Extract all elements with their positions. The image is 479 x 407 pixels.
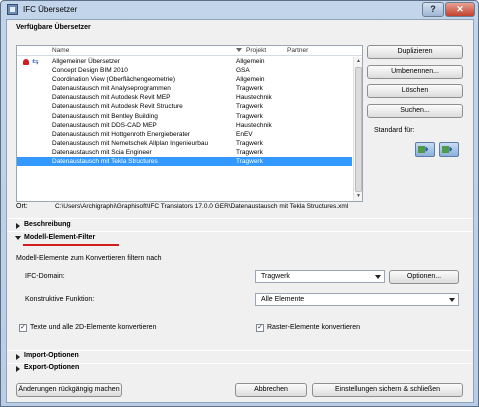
chevron-down-icon	[375, 275, 381, 279]
translator-project: Allgemein	[236, 76, 265, 84]
translator-project: GSA	[236, 67, 250, 75]
sort-down-icon	[236, 48, 242, 52]
chevron-down-icon	[449, 298, 455, 302]
list-item[interactable]: Concept Design BIM 2010 GSA	[17, 66, 352, 75]
list-item[interactable]: Datenaustausch mit Nemetschek Allplan In…	[17, 139, 352, 148]
close-button[interactable]: ✕	[445, 2, 475, 17]
translator-name: Datenaustausch mit Tekla Structures	[52, 158, 158, 166]
scroll-up-icon[interactable]: ▲	[355, 58, 362, 65]
duplicate-button[interactable]: Duplizieren	[367, 45, 463, 59]
texte-checkbox[interactable]: ✓	[19, 324, 27, 332]
list-rows: ⇆ Allgemeiner Übersetzer Allgemein Concept …	[17, 57, 352, 167]
title-bar[interactable]: IFC Übersetzer ? ✕	[1, 1, 478, 19]
translator-name: Allgemeiner Übersetzer	[52, 58, 120, 65]
dialog-window: IFC Übersetzer ? ✕ Verfügbare Übersetzer…	[0, 0, 479, 407]
translator-project: Tragwerk	[236, 112, 263, 120]
window-title: IFC Übersetzer	[23, 5, 78, 14]
options-button[interactable]: Optionen...	[389, 270, 459, 284]
translator-project: Tragwerk	[236, 103, 263, 111]
undo-changes-button[interactable]: Änderungen rückgängig machen	[16, 383, 122, 397]
column-name[interactable]: Name	[52, 47, 69, 54]
raster-checkbox-label[interactable]: Raster-Elemente konvertieren	[267, 324, 360, 331]
export-default-icon[interactable]: ➜	[439, 142, 459, 157]
filter-intro: Modell-Elemente zum Konvertieren filtern…	[16, 255, 162, 262]
list-item[interactable]: Datenaustausch mit Scia Engineer Tragwerk	[17, 148, 352, 157]
highlight-underline	[23, 244, 119, 246]
list-item[interactable]: Datenaustausch mit Hottgenroth Energiebe…	[17, 130, 352, 139]
app-icon	[7, 4, 18, 15]
translator-name: Datenaustausch mit Scia Engineer	[52, 148, 152, 156]
expand-import-icon[interactable]	[16, 354, 20, 360]
section-export-optionen[interactable]: Export-Optionen	[24, 364, 79, 371]
rename-button[interactable]: Umbenennen...	[367, 65, 463, 79]
translator-project: Tragwerk	[236, 139, 263, 147]
available-translators-heading: Verfügbare Übersetzer	[16, 24, 91, 31]
section-import-optionen[interactable]: Import-Optionen	[24, 352, 79, 359]
translator-name: Datenaustausch mit Autodesk Revit MEP	[52, 94, 171, 102]
section-beschreibung[interactable]: Beschreibung	[24, 221, 71, 228]
texte-checkbox-label[interactable]: Texte und alle 2D-Elemente konvertieren	[30, 324, 156, 331]
translator-project: Tragwerk	[236, 85, 263, 93]
expand-export-icon[interactable]	[16, 366, 20, 372]
konstruktive-funktion-label: Konstruktive Funktion:	[25, 296, 95, 303]
list-item[interactable]: Datenaustausch mit Bentley Building Tragw…	[17, 112, 352, 121]
translator-name: Datenaustausch mit Nemetschek Allplan In…	[52, 139, 209, 147]
translator-name: Datenaustausch mit Bentley Building	[52, 112, 158, 120]
translator-name: Coordination View (Oberflächengeometrie)	[52, 76, 176, 84]
import-export-icon: ⇆	[32, 57, 39, 66]
column-partner[interactable]: Partner	[287, 47, 308, 54]
konstruktive-funktion-value: Alle Elemente	[261, 296, 305, 303]
translator-name: Concept Design BIM 2010	[52, 67, 128, 75]
divider	[7, 350, 473, 351]
list-item[interactable]: Datenaustausch mit Tekla Structures Tragw…	[17, 157, 352, 167]
translator-project: Tragwerk	[236, 158, 263, 166]
expand-beschreibung-icon[interactable]	[16, 223, 20, 229]
ifc-domain-value: Tragwerk	[261, 273, 290, 280]
lock-icon	[23, 59, 29, 65]
list-item[interactable]: Datenaustausch mit Autodesk Revit MEP Hau…	[17, 93, 352, 102]
section-modell-element-filter[interactable]: Modell-Element-Filter	[24, 234, 95, 241]
cancel-button[interactable]: Abbrechen	[235, 383, 307, 397]
list-item[interactable]: Datenaustausch mit Analyseprogrammen Trag…	[17, 84, 352, 93]
save-and-close-button[interactable]: Einstellungen sichern & schließen	[312, 383, 463, 397]
scroll-thumb[interactable]	[355, 67, 362, 192]
translator-list[interactable]: Name Projekt Partner ⇆ Allgemeiner Überse…	[16, 45, 363, 202]
divider	[7, 218, 473, 219]
ifc-domain-dropdown[interactable]: Tragwerk	[255, 270, 385, 283]
help-button[interactable]: ?	[422, 2, 444, 17]
scroll-down-icon[interactable]: ▼	[355, 193, 362, 200]
list-item[interactable]: Datenaustausch mit DDS-CAD MEP Haustechni…	[17, 121, 352, 130]
column-project[interactable]: Projekt	[246, 47, 266, 54]
translator-project: Tragwerk	[236, 148, 263, 156]
ifc-domain-label: IFC-Domain:	[25, 273, 65, 280]
import-default-icon[interactable]: ➜	[415, 142, 435, 157]
collapse-filter-icon[interactable]	[15, 236, 21, 240]
translator-project: Allgemein	[236, 58, 265, 65]
raster-checkbox[interactable]: ✓	[256, 324, 264, 332]
search-button[interactable]: Suchen...	[367, 104, 463, 118]
delete-button[interactable]: Löschen	[367, 84, 463, 98]
translator-project: Haustechnik	[236, 121, 272, 129]
translator-name: Datenaustausch mit DDS-CAD MEP	[52, 121, 157, 129]
list-item[interactable]: ⇆ Allgemeiner Übersetzer Allgemein	[17, 57, 352, 66]
location-path: C:\Users\Archigraphi\Graphisoft\IFC Tran…	[55, 203, 349, 210]
translator-project: Haustechnik	[236, 94, 272, 102]
list-item[interactable]: Coordination View (Oberflächengeometrie)…	[17, 75, 352, 84]
list-scrollbar[interactable]: ▲ ▼	[353, 57, 362, 201]
translator-name: Datenaustausch mit Analyseprogrammen	[52, 85, 171, 93]
standard-for-label: Standard für:	[374, 127, 415, 134]
divider	[7, 231, 473, 232]
row-icons: ⇆	[23, 58, 47, 66]
location-label: Ort:	[16, 203, 28, 210]
translator-name: Datenaustausch mit Autodesk Revit Struct…	[52, 103, 183, 111]
translator-name: Datenaustausch mit Hottgenroth Energiebe…	[52, 130, 191, 138]
list-item[interactable]: Datenaustausch mit Autodesk Revit Struct…	[17, 102, 352, 111]
list-header: Name Projekt Partner	[17, 46, 362, 56]
konstruktive-funktion-dropdown[interactable]: Alle Elemente	[255, 293, 459, 306]
translator-project: EnEV	[236, 130, 253, 138]
dialog-client: Verfügbare Übersetzer Name Projekt Partn…	[6, 19, 474, 403]
